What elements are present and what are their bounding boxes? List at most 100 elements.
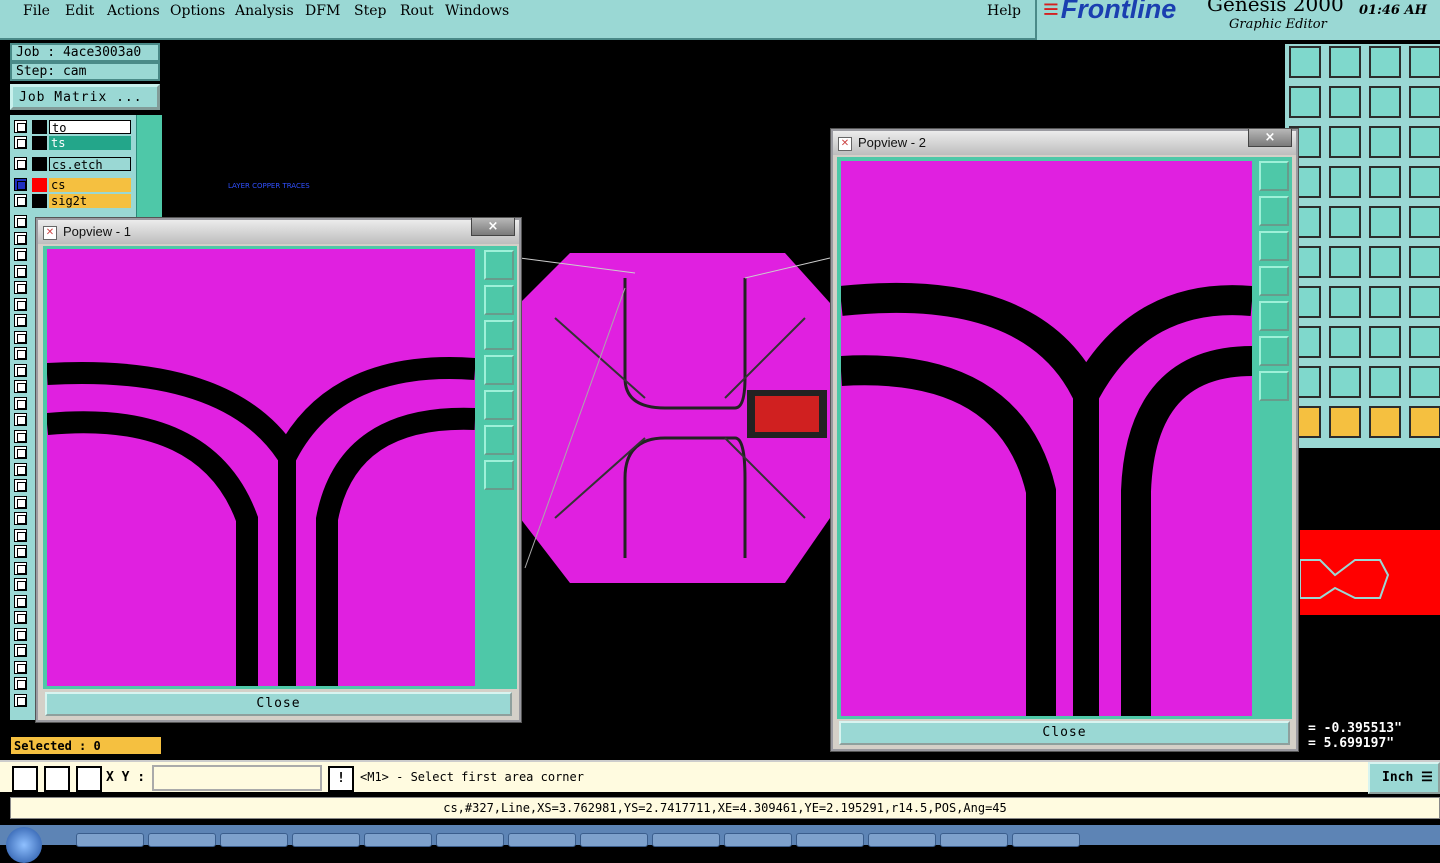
- layer-checkbox[interactable]: [14, 561, 27, 575]
- view-tool-icon[interactable]: [484, 320, 514, 350]
- graphic-tool-icon[interactable]: [1329, 46, 1361, 78]
- view-tool-icon[interactable]: [484, 390, 514, 420]
- graphic-tool-icon[interactable]: [1329, 126, 1361, 158]
- layer-checkbox[interactable]: [14, 215, 27, 228]
- menu-actions[interactable]: Actions: [107, 3, 160, 19]
- layer-checkbox[interactable]: [14, 231, 27, 245]
- graphic-tool-icon[interactable]: [1329, 406, 1361, 438]
- graphic-tool-icon[interactable]: [1289, 86, 1321, 118]
- view-tool-icon[interactable]: [484, 285, 514, 315]
- layer-checkbox[interactable]: [14, 479, 27, 492]
- xy-coordinate-input[interactable]: [152, 765, 322, 791]
- layer-checkbox[interactable]: [14, 627, 27, 641]
- layer-checkbox[interactable]: [14, 512, 27, 525]
- layer-checkbox[interactable]: [14, 120, 27, 133]
- view-tool-icon[interactable]: [484, 250, 514, 280]
- layer-checkbox[interactable]: [14, 693, 27, 707]
- layer-checkbox[interactable]: [14, 178, 27, 191]
- menu-step[interactable]: Step: [354, 3, 386, 19]
- layer-checkbox[interactable]: [14, 660, 27, 674]
- start-button[interactable]: [6, 827, 42, 863]
- view-tool-icon[interactable]: [1259, 336, 1289, 366]
- view-tool-icon[interactable]: [1259, 371, 1289, 401]
- layer-checkbox[interactable]: [14, 528, 27, 542]
- layer-checkbox[interactable]: [14, 314, 27, 327]
- popview-1-titlebar[interactable]: ✕ Popview - 1: [38, 220, 519, 244]
- graphic-tool-icon[interactable]: [1369, 206, 1401, 238]
- layer-checkbox[interactable]: [14, 380, 27, 393]
- graphic-tool-icon[interactable]: [1409, 326, 1440, 358]
- menu-windows[interactable]: Windows: [445, 3, 509, 19]
- menu-help[interactable]: Help: [987, 3, 1021, 19]
- view-tool-icon[interactable]: [1259, 231, 1289, 261]
- snap-grid-icon[interactable]: [76, 766, 102, 792]
- layer-checkbox[interactable]: [14, 462, 27, 476]
- layer-checkbox[interactable]: [14, 396, 27, 410]
- view-tool-icon[interactable]: [1259, 301, 1289, 331]
- graphic-tool-icon[interactable]: [1369, 366, 1401, 398]
- layer-checkbox[interactable]: [14, 677, 27, 690]
- graphic-tool-icon[interactable]: [1329, 326, 1361, 358]
- close-icon[interactable]: ×: [471, 218, 515, 236]
- menu-file[interactable]: File: [23, 3, 50, 19]
- graphic-tool-icon[interactable]: [1369, 126, 1401, 158]
- graphic-tool-icon[interactable]: [1369, 286, 1401, 318]
- popview-1-close-button[interactable]: Close: [45, 692, 512, 716]
- close-icon[interactable]: ×: [1248, 129, 1292, 147]
- layer-checkbox[interactable]: [14, 363, 27, 377]
- zoom-area-icon[interactable]: [12, 766, 38, 792]
- graphic-tool-icon[interactable]: [1369, 46, 1401, 78]
- menu-dfm[interactable]: DFM: [305, 3, 340, 19]
- alert-icon[interactable]: !: [328, 766, 354, 792]
- layer-checkbox[interactable]: [14, 330, 27, 344]
- measure-icon[interactable]: [44, 766, 70, 792]
- view-tool-icon[interactable]: [484, 355, 514, 385]
- popview-2-canvas[interactable]: [841, 161, 1252, 716]
- graphic-tool-icon[interactable]: [1409, 286, 1440, 318]
- layer-checkbox[interactable]: [14, 157, 27, 170]
- graphic-tool-icon[interactable]: [1329, 206, 1361, 238]
- layer-checkbox[interactable]: [14, 347, 27, 360]
- layer-checkbox[interactable]: [14, 644, 27, 657]
- layer-checkbox[interactable]: [14, 611, 27, 624]
- layer-checkbox[interactable]: [14, 429, 27, 443]
- graphic-tool-icon[interactable]: [1409, 46, 1440, 78]
- view-tool-icon[interactable]: [1259, 196, 1289, 226]
- job-matrix-button[interactable]: Job Matrix ...: [10, 84, 160, 110]
- layer-checkbox[interactable]: [14, 413, 27, 426]
- graphic-tool-icon[interactable]: [1369, 246, 1401, 278]
- graphic-tool-icon[interactable]: [1329, 246, 1361, 278]
- layer-checkbox[interactable]: [14, 194, 27, 207]
- units-selector[interactable]: Inch ☰: [1368, 762, 1440, 794]
- graphic-tool-icon[interactable]: [1409, 206, 1440, 238]
- graphic-tool-icon[interactable]: [1369, 326, 1401, 358]
- popview-1-canvas[interactable]: [47, 249, 475, 686]
- view-tool-icon[interactable]: [484, 460, 514, 490]
- graphic-tool-icon[interactable]: [1369, 406, 1401, 438]
- graphic-tool-icon[interactable]: [1409, 126, 1440, 158]
- layer-checkbox[interactable]: [14, 136, 27, 149]
- graphic-tool-icon[interactable]: [1329, 86, 1361, 118]
- layer-checkbox[interactable]: [14, 248, 27, 261]
- menu-analysis[interactable]: Analysis: [235, 3, 294, 19]
- view-tool-icon[interactable]: [1259, 161, 1289, 191]
- menu-edit[interactable]: Edit: [65, 3, 94, 19]
- layer-checkbox[interactable]: [14, 594, 27, 608]
- graphic-tool-icon[interactable]: [1289, 46, 1321, 78]
- popview-2-titlebar[interactable]: ✕ Popview - 2: [833, 131, 1296, 155]
- graphic-tool-icon[interactable]: [1409, 86, 1440, 118]
- board-canvas[interactable]: [515, 248, 835, 588]
- graphic-tool-icon[interactable]: [1409, 406, 1440, 438]
- layer-checkbox[interactable]: [14, 446, 27, 459]
- view-tool-icon[interactable]: [484, 425, 514, 455]
- graphic-tool-icon[interactable]: [1409, 166, 1440, 198]
- menu-rout[interactable]: Rout: [400, 3, 434, 19]
- graphic-tool-icon[interactable]: [1369, 86, 1401, 118]
- graphic-tool-icon[interactable]: [1369, 166, 1401, 198]
- layer-checkbox[interactable]: [14, 297, 27, 311]
- graphic-tool-icon[interactable]: [1409, 366, 1440, 398]
- layer-checkbox[interactable]: [14, 264, 27, 278]
- view-tool-icon[interactable]: [1259, 266, 1289, 296]
- graphic-tool-icon[interactable]: [1329, 286, 1361, 318]
- graphic-tool-icon[interactable]: [1329, 166, 1361, 198]
